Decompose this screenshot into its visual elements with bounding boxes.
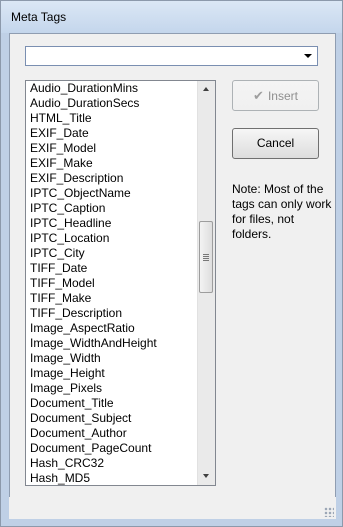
- insert-button[interactable]: ✔ Insert: [232, 80, 319, 111]
- list-item[interactable]: IPTC_Caption: [26, 201, 199, 216]
- list-item[interactable]: IPTC_Location: [26, 231, 199, 246]
- scroll-up-button[interactable]: [198, 81, 215, 98]
- list-item[interactable]: Document_Title: [26, 396, 199, 411]
- checkmark-icon: ✔: [253, 88, 264, 103]
- list-item[interactable]: Image_Width: [26, 351, 199, 366]
- tag-listbox[interactable]: Audio_DurationMins Audio_DurationSecs HTML…: [25, 80, 216, 486]
- grip-line: [203, 260, 209, 261]
- arrow-down-icon: [203, 474, 209, 478]
- title-bar: Meta Tags: [1, 1, 342, 33]
- list-item[interactable]: Hash_MD5: [26, 471, 199, 485]
- grip-line: [203, 256, 209, 257]
- list-item[interactable]: TIFF_Date: [26, 261, 199, 276]
- scroll-down-button[interactable]: [198, 468, 215, 485]
- meta-tags-dialog: Meta Tags Audio_DurationMins Audio_Durati…: [0, 0, 343, 527]
- window-title: Meta Tags: [11, 10, 67, 24]
- status-bar: [9, 497, 336, 519]
- list-item[interactable]: Image_WidthAndHeight: [26, 336, 199, 351]
- cancel-button-label: Cancel: [256, 136, 295, 150]
- dialog-body: Audio_DurationMins Audio_DurationSecs HTML…: [9, 33, 336, 498]
- list-item[interactable]: EXIF_Model: [26, 141, 199, 156]
- list-item[interactable]: Document_Author: [26, 426, 199, 441]
- list-item[interactable]: TIFF_Description: [26, 306, 199, 321]
- list-item[interactable]: IPTC_Headline: [26, 216, 199, 231]
- chevron-down-icon[interactable]: [304, 54, 312, 58]
- list-item[interactable]: Audio_DurationMins: [26, 81, 199, 96]
- insert-button-label: Insert: [267, 89, 298, 103]
- list-item[interactable]: Image_Pixels: [26, 381, 199, 396]
- resize-grip-icon[interactable]: [324, 507, 334, 517]
- list-item[interactable]: TIFF_Make: [26, 291, 199, 306]
- scroll-thumb[interactable]: [199, 221, 213, 293]
- list-item[interactable]: Document_PageCount: [26, 441, 199, 456]
- list-item[interactable]: Document_Subject: [26, 411, 199, 426]
- list-item[interactable]: Hash_CRC32: [26, 456, 199, 471]
- cancel-button[interactable]: Cancel: [232, 128, 319, 159]
- grip-line: [203, 254, 209, 255]
- list-item[interactable]: TIFF_Model: [26, 276, 199, 291]
- tag-combobox[interactable]: [25, 46, 318, 66]
- list-vertical-scrollbar[interactable]: [197, 81, 215, 485]
- list-item[interactable]: Audio_DurationSecs: [26, 96, 199, 111]
- note-text: Note: Most of the tags can only work for…: [232, 182, 332, 241]
- list-item[interactable]: EXIF_Description: [26, 171, 199, 186]
- list-item[interactable]: EXIF_Make: [26, 156, 199, 171]
- list-item[interactable]: HTML_Title: [26, 111, 199, 126]
- arrow-up-icon: [203, 87, 209, 91]
- list-item[interactable]: Image_AspectRatio: [26, 321, 199, 336]
- list-item[interactable]: IPTC_ObjectName: [26, 186, 199, 201]
- tag-list-items: Audio_DurationMins Audio_DurationSecs HTML…: [26, 81, 199, 485]
- list-item[interactable]: IPTC_City: [26, 246, 199, 261]
- list-item[interactable]: EXIF_Date: [26, 126, 199, 141]
- grip-line: [203, 258, 209, 259]
- list-item[interactable]: Image_Height: [26, 366, 199, 381]
